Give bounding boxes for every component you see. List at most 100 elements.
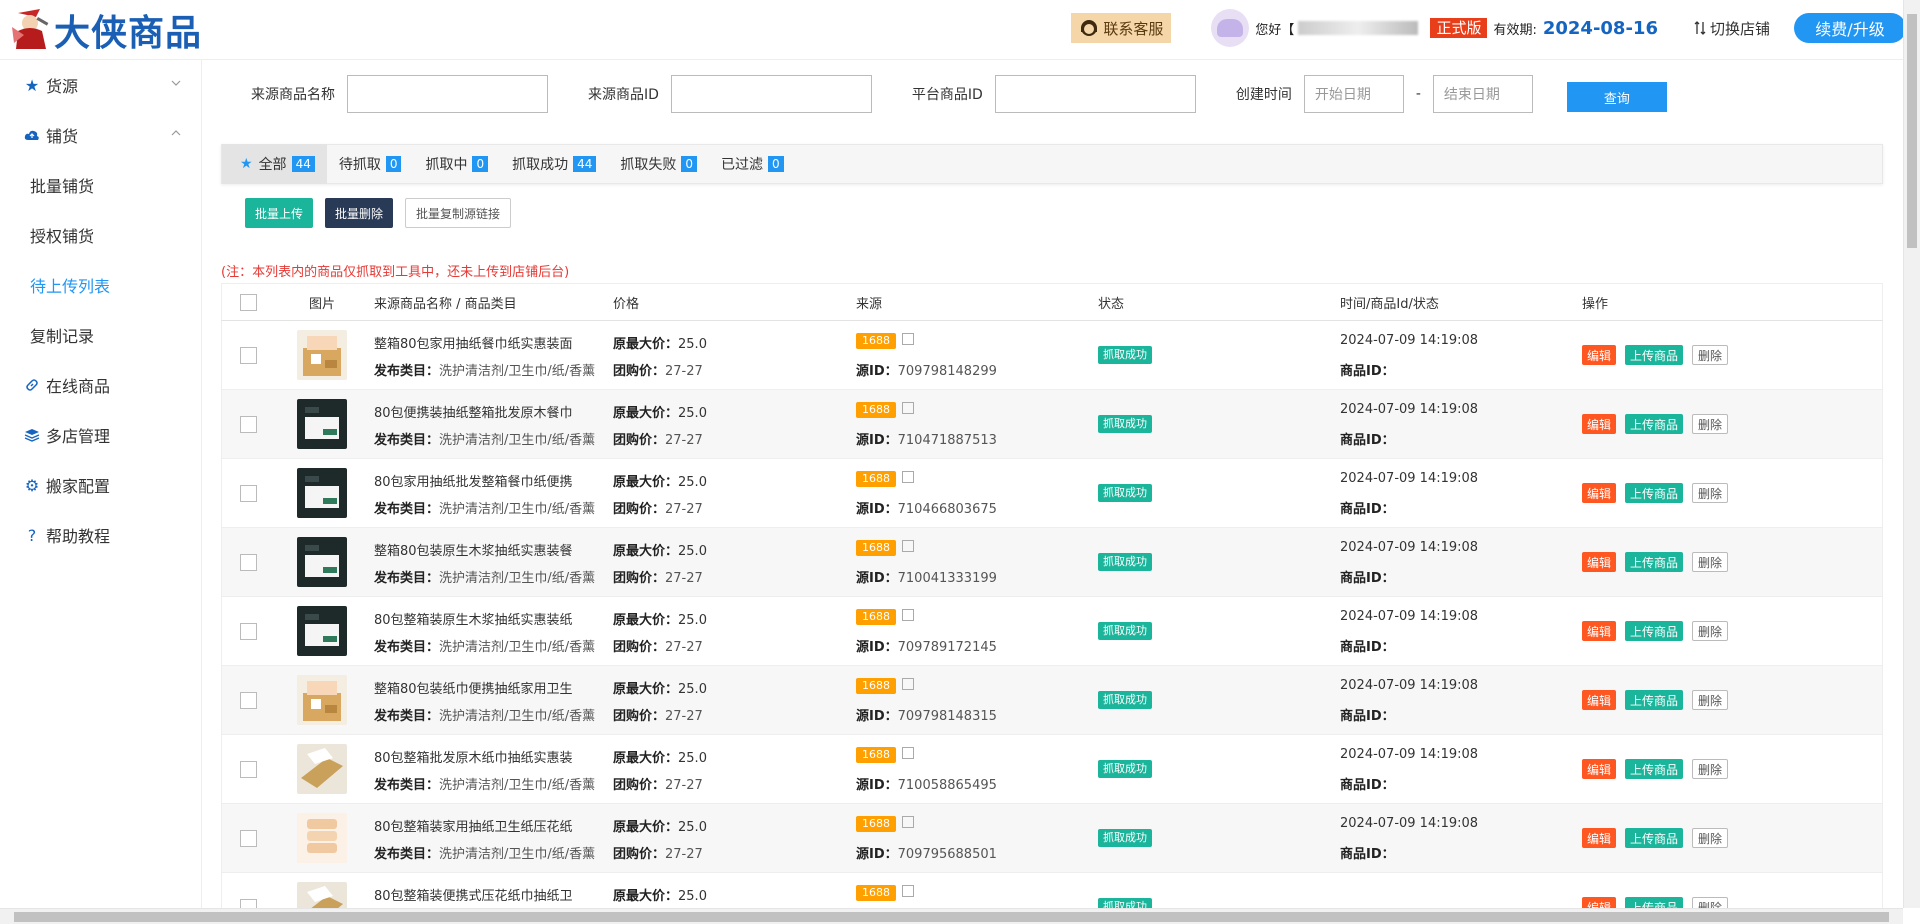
product-thumbnail[interactable] (297, 468, 347, 518)
select-all-checkbox[interactable] (239, 293, 257, 311)
tab-fetch-success[interactable]: 抓取成功 44 (500, 144, 608, 184)
product-name[interactable]: 80包便携装抽纸整箱批发原木餐巾 (374, 402, 613, 420)
sidebar-item-source[interactable]: ★ 货源 (0, 60, 201, 110)
edit-button[interactable]: 编辑 (1582, 759, 1617, 779)
row-checkbox[interactable] (239, 553, 257, 571)
app-logo[interactable]: 大侠商品 (10, 6, 202, 54)
row-checkbox[interactable] (239, 346, 257, 364)
product-name[interactable]: 80包家用抽纸批发整箱餐巾纸便携 (374, 471, 613, 489)
source-id-input[interactable] (670, 75, 872, 113)
delete-button[interactable]: 删除 (1692, 552, 1729, 572)
edit-button[interactable]: 编辑 (1582, 621, 1617, 641)
avatar[interactable] (1211, 9, 1250, 47)
row-checkbox[interactable] (239, 622, 257, 640)
sidebar-item-mover-config[interactable]: ⚙ 搬家配置 (0, 460, 201, 510)
platform-badge[interactable]: 1688 (856, 401, 896, 418)
bulk-delete-button[interactable]: 批量删除 (325, 198, 394, 228)
platform-badge[interactable]: 1688 (856, 608, 896, 625)
delete-button[interactable]: 删除 (1692, 759, 1729, 779)
copy-icon[interactable] (902, 401, 914, 414)
delete-button[interactable]: 删除 (1692, 414, 1729, 434)
product-name[interactable]: 80包整箱装原生木浆抽纸实惠装纸 (374, 609, 613, 627)
copy-icon[interactable] (902, 332, 914, 345)
product-thumbnail[interactable] (297, 675, 347, 725)
upload-product-button[interactable]: 上传商品 (1625, 345, 1684, 365)
product-thumbnail[interactable] (297, 606, 347, 656)
edit-button[interactable]: 编辑 (1582, 690, 1617, 710)
row-checkbox[interactable] (239, 415, 257, 433)
row-checkbox[interactable] (239, 829, 257, 847)
delete-button[interactable]: 删除 (1692, 345, 1729, 365)
platform-badge[interactable]: 1688 (856, 677, 896, 694)
product-name[interactable]: 80包整箱装家用抽纸卫生纸压花纸 (374, 816, 613, 834)
platform-badge[interactable]: 1688 (856, 746, 896, 763)
sidebar-item-copy-log[interactable]: 复制记录 (0, 310, 201, 360)
upload-product-button[interactable]: 上传商品 (1625, 621, 1684, 641)
edit-button[interactable]: 编辑 (1582, 483, 1617, 503)
switch-shop-button[interactable]: 切换店铺 (1694, 18, 1770, 39)
upload-product-button[interactable]: 上传商品 (1625, 414, 1684, 434)
product-thumbnail[interactable] (297, 744, 347, 794)
source-name-input[interactable] (347, 75, 548, 113)
row-checkbox[interactable] (239, 691, 257, 709)
product-thumbnail[interactable] (297, 330, 347, 380)
contact-support-button[interactable]: 联系客服 (1071, 13, 1172, 43)
end-date-input[interactable]: 结束日期 (1432, 75, 1533, 113)
copy-icon[interactable] (902, 746, 914, 759)
copy-icon[interactable] (902, 815, 914, 828)
platform-badge[interactable]: 1688 (856, 884, 896, 901)
tab-fetching[interactable]: 抓取中 0 (413, 144, 500, 184)
row-checkbox[interactable] (239, 484, 257, 502)
edit-button[interactable]: 编辑 (1582, 414, 1617, 434)
sidebar-item-multi-shop[interactable]: 多店管理 (0, 410, 201, 460)
copy-icon[interactable] (902, 470, 914, 483)
bulk-upload-button[interactable]: 批量上传 (245, 198, 314, 228)
upload-product-button[interactable]: 上传商品 (1625, 828, 1684, 848)
delete-button[interactable]: 删除 (1692, 828, 1729, 848)
upload-product-button[interactable]: 上传商品 (1625, 552, 1684, 572)
copy-icon[interactable] (902, 884, 914, 897)
product-name[interactable]: 80包整箱批发原木纸巾抽纸实惠装 (374, 747, 613, 765)
tab-pending-fetch[interactable]: 待抓取 0 (327, 144, 414, 184)
product-name[interactable]: 整箱80包装纸巾便携抽纸家用卫生 (374, 678, 613, 696)
copy-icon[interactable] (902, 677, 914, 690)
upload-product-button[interactable]: 上传商品 (1625, 690, 1684, 710)
sidebar-item-auth-distribute[interactable]: 授权铺货 (0, 210, 201, 260)
platform-id-input[interactable] (994, 75, 1196, 113)
delete-button[interactable]: 删除 (1692, 621, 1729, 641)
bulk-copy-links-button[interactable]: 批量复制源链接 (405, 198, 512, 228)
tab-all[interactable]: ★ 全部 44 (222, 144, 327, 184)
horizontal-scrollbar[interactable] (0, 908, 1903, 924)
product-name[interactable]: 整箱80包家用抽纸餐巾纸实惠装面 (374, 333, 613, 351)
product-name[interactable]: 整箱80包装原生木浆抽纸实惠装餐 (374, 540, 613, 558)
copy-icon[interactable] (902, 608, 914, 621)
edit-button[interactable]: 编辑 (1582, 828, 1617, 848)
row-checkbox[interactable] (239, 760, 257, 778)
sidebar-item-help[interactable]: ? 帮助教程 (0, 510, 201, 560)
start-date-input[interactable]: 开始日期 (1303, 75, 1404, 113)
platform-badge[interactable]: 1688 (856, 815, 896, 832)
product-thumbnail[interactable] (297, 537, 347, 587)
copy-icon[interactable] (902, 539, 914, 552)
sidebar-item-distribute[interactable]: 铺货 (0, 110, 201, 160)
tab-filtered[interactable]: 已过滤 0 (709, 144, 796, 184)
platform-badge[interactable]: 1688 (856, 332, 896, 349)
delete-button[interactable]: 删除 (1692, 483, 1729, 503)
platform-badge[interactable]: 1688 (856, 470, 896, 487)
sidebar-item-batch-distribute[interactable]: 批量铺货 (0, 160, 201, 210)
upload-product-button[interactable]: 上传商品 (1625, 483, 1684, 503)
tab-fetch-failed[interactable]: 抓取失败 0 (608, 144, 709, 184)
upload-product-button[interactable]: 上传商品 (1625, 759, 1684, 779)
platform-badge[interactable]: 1688 (856, 539, 896, 556)
product-thumbnail[interactable] (297, 813, 347, 863)
delete-button[interactable]: 删除 (1692, 690, 1729, 710)
edit-button[interactable]: 编辑 (1582, 552, 1617, 572)
query-button[interactable]: 查询 (1566, 82, 1667, 112)
product-name[interactable]: 80包整箱装便携式压花纸巾抽纸卫 (374, 885, 613, 903)
edit-button[interactable]: 编辑 (1582, 345, 1617, 365)
vertical-scrollbar[interactable] (1903, 0, 1920, 908)
sidebar-item-online-products[interactable]: 在线商品 (0, 360, 201, 410)
renew-upgrade-button[interactable]: 续费/升级 (1794, 13, 1906, 43)
sidebar-item-pending-upload[interactable]: 待上传列表 (0, 260, 201, 310)
product-thumbnail[interactable] (297, 399, 347, 449)
